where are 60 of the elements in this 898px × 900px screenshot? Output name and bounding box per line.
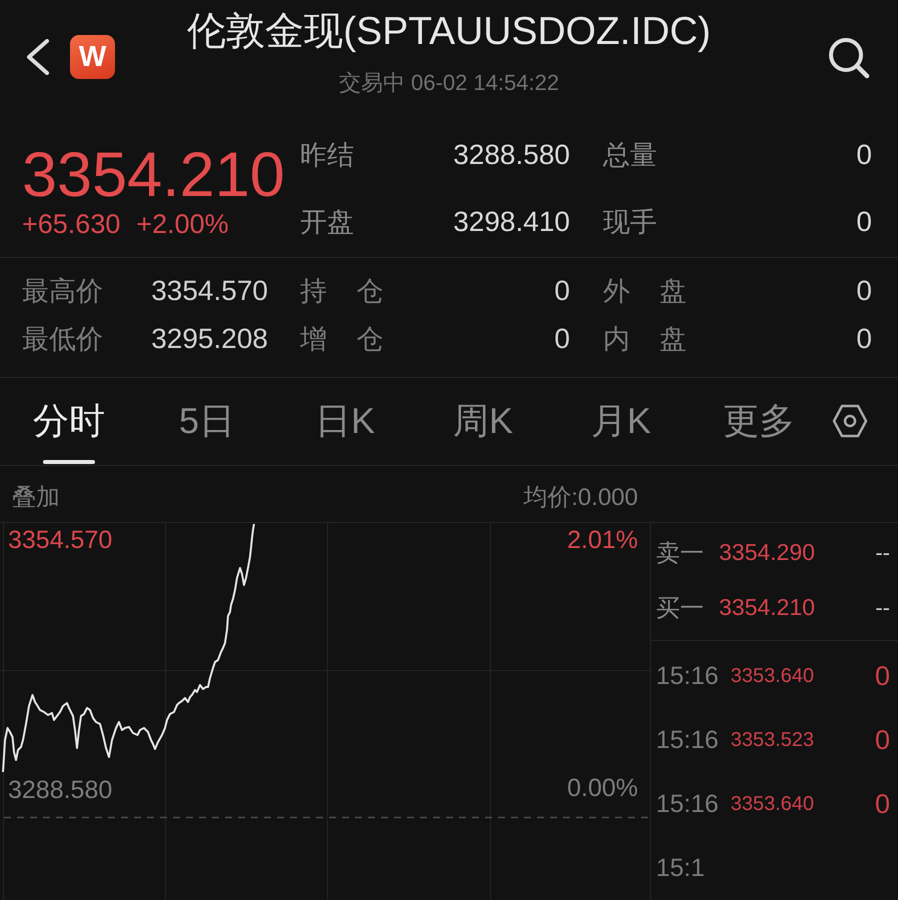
axis-label: 2.01% [567,527,638,553]
trade-volume: 0 [874,660,890,692]
order-price: 3354.290 [719,539,815,566]
search-button[interactable] [828,37,870,79]
detail-value: 0 [554,275,570,307]
trade-volume: 0 [874,788,890,820]
stat-value: 3288.580 [453,139,570,171]
axis-label: 3288.580 [8,777,112,803]
detail-value: 0 [856,275,872,307]
price-change: +65.630 [22,210,120,238]
trading-status: 交易中 06-02 14:54:22 [338,69,560,97]
detail-value: 0 [856,323,872,355]
order-label: 卖一 [656,538,704,568]
detail-value: 0 [554,323,570,355]
stat-label: 开盘 [300,206,354,239]
back-button[interactable] [25,39,50,75]
stat-value: 0 [856,206,872,238]
trade-time: 15:16 [656,662,719,690]
order-volume: -- [875,540,890,566]
trade-time: 15:16 [656,790,719,818]
average-price: 均价:0.000 [523,483,638,513]
axis-label: 0.00% [567,775,638,801]
trade-price: 3353.640 [730,664,814,688]
period-tab[interactable]: 5日 [138,378,276,464]
trade-price: 3353.523 [730,728,814,752]
settings-button[interactable] [832,403,868,439]
trade-time: 15:16 [656,726,719,754]
stat-value: 3298.410 [453,206,570,238]
period-tab[interactable]: 周K [414,378,552,464]
last-price: 3354.210 [22,140,286,210]
detail-label: 外 盘 [603,275,687,308]
order-price: 3354.210 [719,594,815,621]
trade-price: 3353.640 [730,792,814,816]
stat-label: 总量 [603,139,657,172]
period-tab[interactable]: 日K [276,378,414,464]
stat-value: 0 [856,139,872,171]
trade-time: 15:1 [656,854,705,882]
stat-label: 现手 [603,206,657,239]
detail-label: 增 仓 [300,323,384,356]
detail-value: 3354.570 [151,275,268,307]
period-tab[interactable]: 月K [552,378,690,464]
detail-label: 最低价 [22,323,103,356]
detail-label: 内 盘 [603,323,687,356]
percent-change: +2.00% [136,210,229,238]
axis-label: 3354.570 [8,527,112,553]
period-tab[interactable]: 更多 [690,378,828,464]
settings-icon [832,403,868,439]
period-tab[interactable]: 分时 [0,378,138,464]
detail-label: 最高价 [22,275,103,308]
trade-volume: 0 [874,724,890,756]
overlay-label[interactable]: 叠加 [12,481,60,513]
search-icon [828,37,870,79]
stat-label: 昨结 [300,139,354,172]
order-volume: -- [875,594,890,620]
detail-value: 3295.208 [151,323,268,355]
chevron-left-icon [25,39,50,75]
order-label: 买一 [656,594,704,624]
page-title: 伦敦金现(SPTAUUSDOZ.IDC) [187,10,711,54]
app-logo: W [70,35,115,79]
detail-label: 持 仓 [300,275,384,308]
